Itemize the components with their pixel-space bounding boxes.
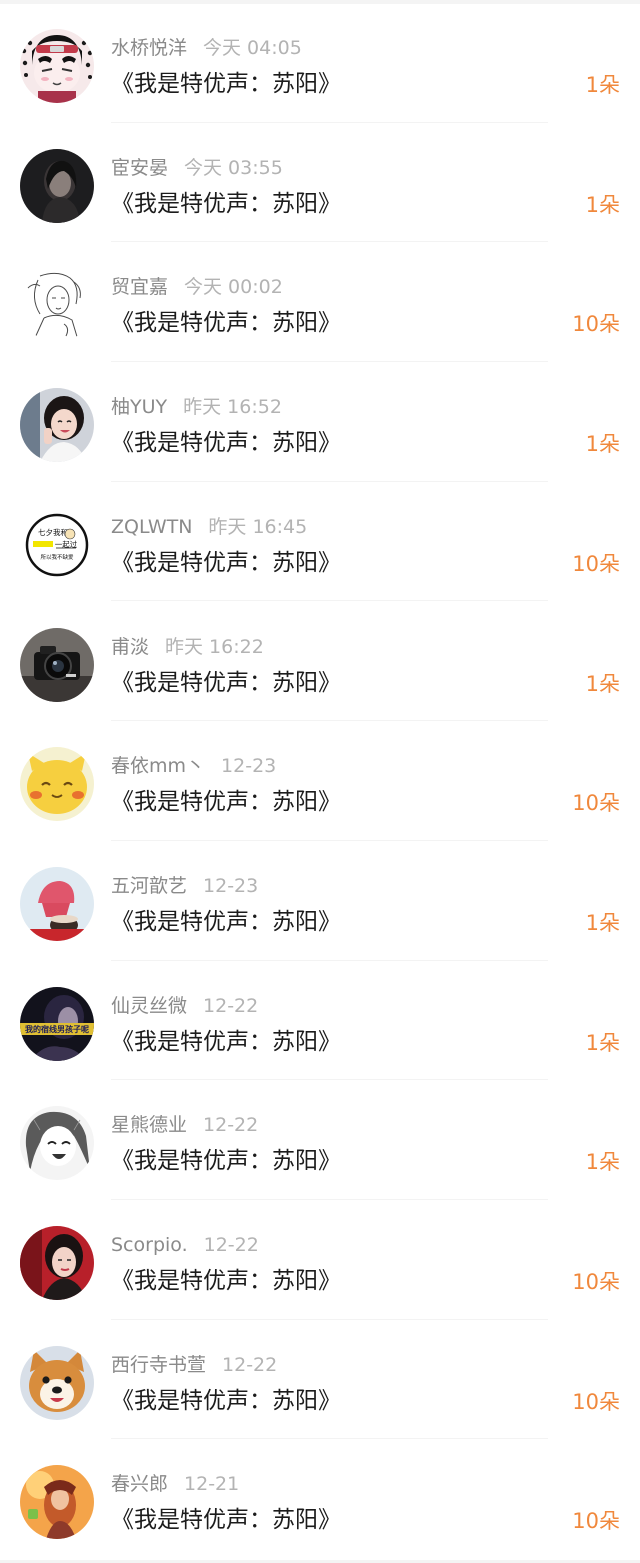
timestamp: 今天 03:55 [184,156,283,179]
flower-count: 1朵 [585,1030,620,1055]
yellow-cat-avatar-icon[interactable] [20,747,94,822]
list-item[interactable]: 春依mm丶 12-23 《我是特优声：苏阳》 10朵 [0,721,640,841]
username[interactable]: 甫淡 [111,636,149,658]
work-title[interactable]: 《我是特优声：苏阳》 [111,1503,341,1537]
timestamp: 12-22 [203,994,259,1017]
item-meta: 五河歆艺 12-23 [111,872,258,900]
timestamp: 12-22 [222,1353,278,1376]
item-meta: 贸宜嘉 今天 00:02 [111,273,283,301]
timestamp: 12-22 [203,1234,259,1256]
work-title[interactable]: 《我是特优声：苏阳》 [111,426,341,460]
ice-cream-avatar-icon[interactable] [20,866,94,941]
flower-count: 10朵 [572,312,620,337]
timestamp: 昨天 16:22 [165,635,264,658]
username[interactable]: 星熊德业 [111,1114,187,1136]
timestamp: 今天 04:05 [203,37,302,59]
item-meta: 柚YUY 昨天 16:52 [111,393,282,421]
text-badge-avatar-icon[interactable]: 七夕我和 一起过 所以我不缺爱 [20,507,94,582]
item-meta: 仙灵丝微 12-22 [111,992,258,1020]
manga-girl-avatar-icon[interactable] [20,1106,94,1181]
flower-count: 1朵 [585,1150,620,1175]
gift-record-list: 水桥悦洋 今天 04:05 《我是特优声：苏阳》 1朵 宦安晏 今天 03:55 《我是特… [0,0,640,1563]
work-title[interactable]: 《我是特优声：苏阳》 [111,785,341,819]
flower-count: 10朵 [572,1509,620,1534]
work-title[interactable]: 《我是特优声：苏阳》 [111,67,341,101]
item-meta: 水桥悦洋 今天 04:05 [111,34,302,62]
item-meta: 甫淡 昨天 16:22 [111,633,264,661]
sketch-girl-avatar-icon[interactable] [20,268,94,343]
work-title[interactable]: 《我是特优声：苏阳》 [111,306,341,340]
timestamp: 今天 00:02 [184,276,283,299]
list-item[interactable]: 我的宿线男孩子呢 仙灵丝微 12-22 《我是特优声：苏阳》 1朵 [0,961,640,1081]
username[interactable]: 柚YUY [111,396,167,418]
list-item[interactable]: 宦安晏 今天 03:55 《我是特优声：苏阳》 1朵 [0,123,640,243]
username[interactable]: 春依mm丶 [111,755,205,777]
work-title[interactable]: 《我是特优声：苏阳》 [111,1144,341,1178]
work-title[interactable]: 《我是特优声：苏阳》 [111,187,341,221]
avatar-badge-line-2: 一起过 [55,539,78,549]
item-meta: 西行寺书萱 12-22 [111,1351,277,1379]
anime-ninja-avatar-icon[interactable] [20,29,94,103]
username[interactable]: 五河歆艺 [111,875,187,897]
username[interactable]: 春兴郎 [111,1473,168,1495]
username[interactable]: 仙灵丝微 [111,995,187,1017]
flower-count: 1朵 [585,73,620,97]
text-banner-avatar-icon[interactable]: 我的宿线男孩子呢 [20,986,94,1061]
flower-count: 1朵 [585,432,620,457]
item-meta: 春依mm丶 12-23 [111,752,276,780]
shiba-dog-avatar-icon[interactable] [20,1345,94,1420]
list-item[interactable]: 水桥悦洋 今天 04:05 《我是特优声：苏阳》 1朵 [0,3,640,123]
timestamp: 12-23 [203,874,259,897]
flower-count: 10朵 [572,1389,620,1414]
list-item[interactable]: Scorpio. 12-22 《我是特优声：苏阳》 10朵 [0,1200,640,1320]
work-title[interactable]: 《我是特优声：苏阳》 [111,905,341,939]
avatar-badge-line-1: 七夕我和 [38,527,68,537]
game-character-avatar-icon[interactable] [20,1465,94,1540]
item-meta: 宦安晏 今天 03:55 [111,154,283,182]
timestamp: 昨天 16:52 [183,396,282,419]
timestamp: 12-22 [203,1114,259,1137]
avatar-banner-text: 我的宿线男孩子呢 [25,1024,89,1034]
timestamp: 12-23 [221,755,277,778]
list-item[interactable]: 星熊德业 12-22 《我是特优声：苏阳》 1朵 [0,1080,640,1200]
list-item[interactable]: 西行寺书萱 12-22 《我是特优声：苏阳》 10朵 [0,1320,640,1440]
item-meta: Scorpio. 12-22 [111,1231,259,1259]
username[interactable]: 水桥悦洋 [111,37,187,59]
flower-count: 1朵 [585,910,620,935]
username[interactable]: 贸宜嘉 [111,276,168,298]
username[interactable]: 宦安晏 [111,157,168,179]
smiling-girl-avatar-icon[interactable] [20,388,94,463]
flower-count: 10朵 [572,551,620,576]
username[interactable]: ZQLWTN [111,516,192,538]
red-portrait-avatar-icon[interactable] [20,1226,94,1300]
list-item[interactable]: 五河歆艺 12-23 《我是特优声：苏阳》 1朵 [0,841,640,961]
username[interactable]: Scorpio. [111,1234,188,1256]
avatar-badge-line-3: 所以我不缺爱 [40,553,74,561]
dark-portrait-avatar-icon[interactable] [20,148,94,223]
username[interactable]: 西行寺书萱 [111,1354,206,1376]
flower-count: 1朵 [585,671,620,696]
list-item[interactable]: 甫淡 昨天 16:22 《我是特优声：苏阳》 1朵 [0,602,640,722]
flower-count: 10朵 [572,791,620,816]
list-item[interactable]: 柚YUY 昨天 16:52 《我是特优声：苏阳》 1朵 [0,362,640,482]
item-meta: 星熊德业 12-22 [111,1111,258,1139]
list-item[interactable]: 春兴郎 12-21 《我是特优声：苏阳》 10朵 [0,1439,640,1559]
work-title[interactable]: 《我是特优声：苏阳》 [111,1264,341,1298]
timestamp: 12-21 [184,1473,240,1496]
list-item[interactable]: 贸宜嘉 今天 00:02 《我是特优声：苏阳》 10朵 [0,242,640,363]
timestamp: 昨天 16:45 [208,515,308,538]
flower-count: 10朵 [572,1270,620,1294]
flower-count: 1朵 [585,192,620,217]
item-meta: ZQLWTN 昨天 16:45 [111,513,307,541]
item-meta: 春兴郎 12-21 [111,1470,239,1498]
work-title[interactable]: 《我是特优声：苏阳》 [111,1025,341,1059]
list-item[interactable]: 七夕我和 一起过 所以我不缺爱 ZQLWTN 昨天 16:45 《我是特优声：苏阳》 1… [0,482,640,602]
camera-avatar-icon[interactable] [20,627,94,702]
work-title[interactable]: 《我是特优声：苏阳》 [111,1384,341,1418]
work-title[interactable]: 《我是特优声：苏阳》 [111,666,341,700]
work-title[interactable]: 《我是特优声：苏阳》 [111,546,341,580]
